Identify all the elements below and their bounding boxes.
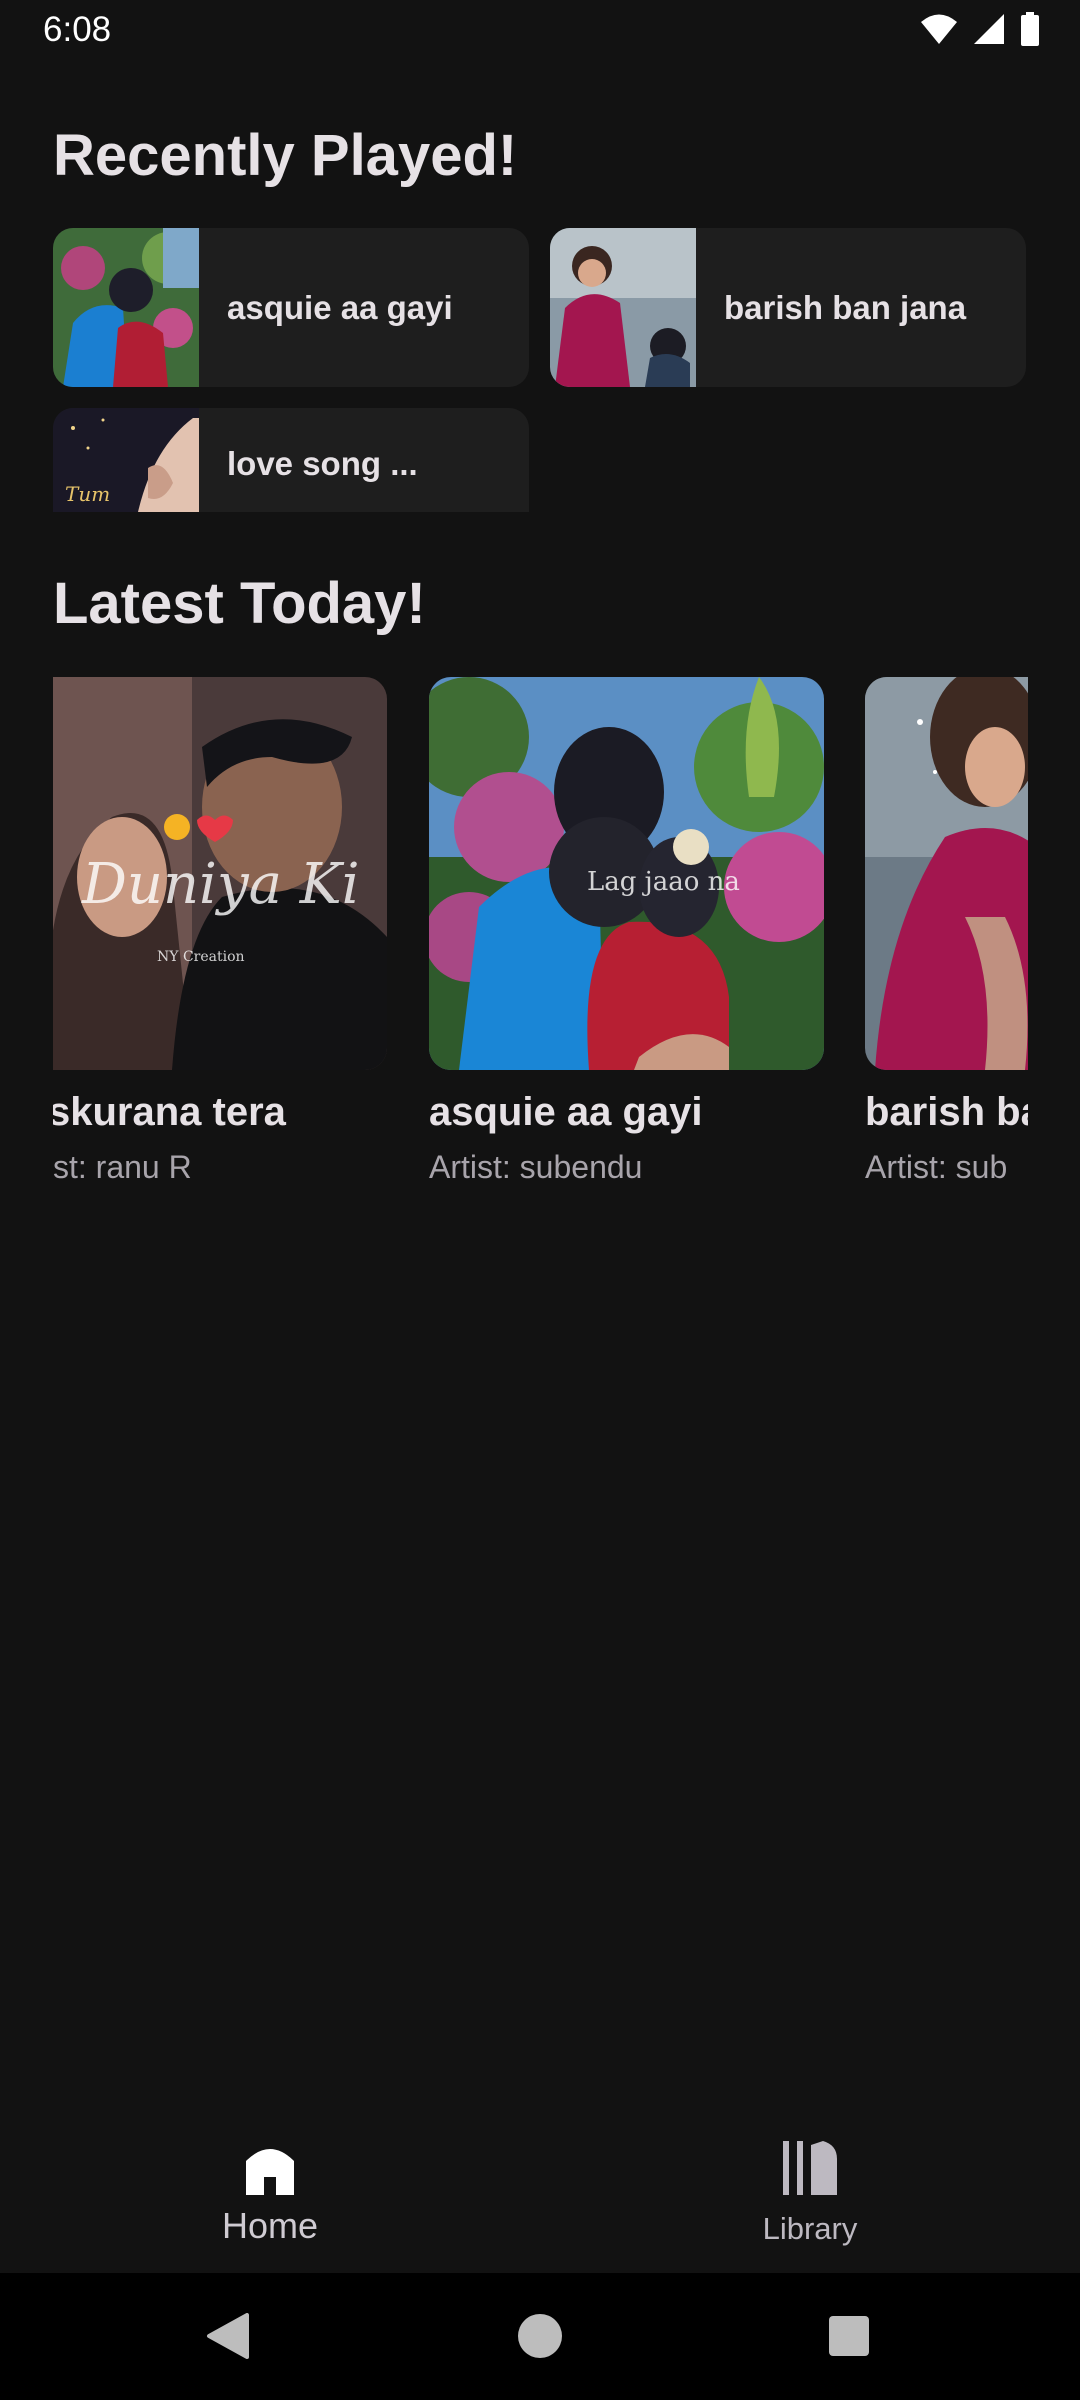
signal-icon	[974, 14, 1004, 44]
recent-label: asquie aa gayi	[227, 288, 453, 326]
album-thumbnail	[550, 228, 696, 387]
back-icon[interactable]	[205, 2313, 249, 2359]
art-text-lag-jaao: Lag jaao na	[587, 867, 740, 897]
latest-carousel[interactable]: Duniya Ki NY Creation skurana tera st: r…	[53, 677, 1028, 1207]
song-artist: Artist: sub	[865, 1149, 1008, 1185]
recent-card-love-song[interactable]: Tum love song ...	[53, 408, 529, 512]
art-text-tum: Tum	[65, 482, 111, 506]
status-time: 6:08	[43, 10, 112, 49]
album-art: Duniya Ki NY Creation	[53, 677, 387, 1070]
recent-label: love song ...	[227, 445, 418, 482]
recent-label: barish ban jana	[724, 288, 967, 326]
latest-today-title: Latest Today!	[53, 571, 426, 636]
recents-icon[interactable]	[828, 2315, 870, 2357]
nav-home-label: Home	[221, 2205, 319, 2246]
bottom-navigation: Home Library	[0, 2103, 1080, 2273]
status-bar: 6:08	[0, 0, 1080, 62]
art-text-duniya: Duniya Ki	[82, 852, 360, 917]
album-thumbnail	[53, 228, 199, 387]
song-artist: Artist: subendu	[429, 1149, 643, 1185]
art-text-creator: NY Creation	[157, 949, 245, 965]
song-title: skurana tera	[53, 1090, 286, 1134]
latest-item[interactable]: barish ba Artist: sub	[865, 677, 1028, 1186]
battery-icon	[1021, 12, 1039, 46]
nav-library[interactable]: Library	[660, 2103, 960, 2273]
latest-item[interactable]: Lag jaao na asquie aa gayi Artist: suben…	[429, 677, 824, 1186]
status-icons	[920, 12, 1040, 46]
nav-library-label: Library	[762, 2211, 858, 2246]
album-art-image	[865, 677, 1028, 1070]
home-icon	[246, 2149, 294, 2195]
song-artist: st: ranu R	[53, 1149, 192, 1185]
recent-card-barish[interactable]: barish ban jana	[550, 228, 1026, 387]
wifi-icon	[921, 14, 957, 44]
song-title: barish ba	[865, 1090, 1028, 1134]
recently-played-title: Recently Played!	[53, 123, 518, 188]
nav-home[interactable]: Home	[120, 2103, 420, 2273]
album-art	[865, 677, 1028, 1070]
home-circle-icon[interactable]	[517, 2313, 563, 2359]
latest-item[interactable]: Duniya Ki NY Creation skurana tera st: r…	[53, 677, 387, 1186]
recent-card-asquie[interactable]: asquie aa gayi	[53, 228, 529, 387]
system-navigation-bar	[0, 2273, 1080, 2400]
album-art: Lag jaao na	[429, 677, 824, 1070]
library-icon	[783, 2141, 837, 2195]
song-title: asquie aa gayi	[429, 1090, 703, 1134]
